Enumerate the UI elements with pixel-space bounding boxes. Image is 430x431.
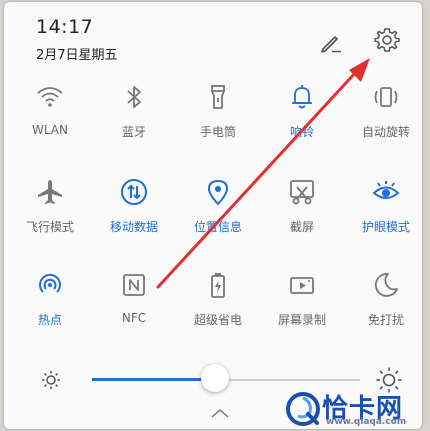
- watermark-url: www.qiaqa.com: [326, 417, 407, 427]
- screenshot-scissors-icon: [287, 177, 317, 207]
- quick-settings-panel: 14:17 2月7日星期五 WLAN 蓝牙 手电筒 响铃 自动旋转 飞行模式 移…: [4, 2, 422, 429]
- video-camera-icon: [287, 270, 317, 300]
- tile-label: 位置信息: [193, 220, 242, 234]
- edit-icon[interactable]: [317, 28, 345, 56]
- tile-screen-record[interactable]: 屏幕录制: [260, 270, 344, 328]
- tile-label: 手电筒: [199, 125, 236, 139]
- tile-airplane-mode[interactable]: 飞行模式: [8, 177, 92, 235]
- moon-icon: [371, 270, 401, 300]
- chevron-up-icon[interactable]: [208, 406, 232, 420]
- airplane-icon: [35, 177, 65, 207]
- tile-hotspot[interactable]: 热点: [8, 270, 92, 328]
- tile-label: 超级省电: [193, 313, 242, 327]
- tile-label: 移动数据: [109, 220, 158, 234]
- tile-flashlight[interactable]: 手电筒: [176, 82, 260, 140]
- tile-location[interactable]: 位置信息: [176, 177, 260, 235]
- tile-label: 截屏: [289, 220, 314, 234]
- eye-icon: [371, 177, 401, 207]
- brightness-fill: [92, 378, 216, 381]
- tile-label: WLAN: [31, 123, 68, 137]
- tile-label: 护眼模式: [361, 220, 410, 234]
- bell-icon: [287, 82, 317, 112]
- tile-label: 免打扰: [367, 313, 404, 327]
- tile-wlan[interactable]: WLAN: [8, 82, 92, 137]
- watermark-logo-icon: [286, 392, 320, 426]
- bluetooth-icon: [119, 82, 149, 112]
- brightness-thumb[interactable]: [201, 364, 230, 392]
- tile-label: 蓝牙: [121, 125, 146, 139]
- tile-label: 热点: [37, 313, 62, 327]
- status-date: 2月7日星期五: [36, 48, 118, 63]
- location-pin-icon: [203, 177, 233, 207]
- nfc-icon: [119, 270, 149, 300]
- tile-label: 响铃: [289, 125, 314, 139]
- tile-power-saving[interactable]: 超级省电: [176, 270, 260, 328]
- tile-eye-comfort[interactable]: 护眼模式: [344, 177, 422, 235]
- status-time: 14:17: [36, 16, 94, 38]
- tile-bluetooth[interactable]: 蓝牙: [92, 82, 176, 140]
- rotate-icon: [371, 82, 401, 112]
- tile-label: 屏幕录制: [277, 313, 326, 327]
- wifi-icon: [35, 82, 65, 112]
- tile-auto-rotate[interactable]: 自动旋转: [344, 82, 422, 140]
- tile-nfc[interactable]: NFC: [92, 270, 176, 325]
- tile-mobile-data[interactable]: 移动数据: [92, 177, 176, 235]
- tile-label: 飞行模式: [25, 220, 74, 234]
- mobile-data-icon: [119, 177, 149, 207]
- tile-do-not-disturb[interactable]: 免打扰: [344, 270, 422, 328]
- tile-label: NFC: [121, 311, 147, 325]
- watermark: 恰卡网 www.qiaqa.com: [282, 388, 428, 428]
- tile-label: 自动旋转: [361, 125, 410, 139]
- flashlight-icon: [203, 82, 233, 112]
- brightness-low-icon: [42, 371, 60, 389]
- gear-icon[interactable]: [373, 26, 401, 54]
- hotspot-icon: [35, 270, 65, 300]
- tile-ring[interactable]: 响铃: [260, 82, 344, 140]
- tile-screenshot[interactable]: 截屏: [260, 177, 344, 235]
- battery-saver-icon: [203, 270, 233, 300]
